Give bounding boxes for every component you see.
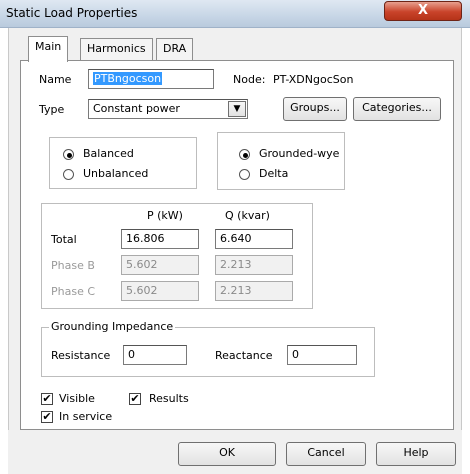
check-icon: ✔ xyxy=(42,410,52,423)
ok-button[interactable]: OK xyxy=(178,442,276,466)
delta-label: Delta xyxy=(259,167,289,180)
static-load-properties-dialog: Static Load Properties X Main Harmonics … xyxy=(0,0,470,474)
name-value: PTBngocson xyxy=(93,72,163,85)
check-icon: ✔ xyxy=(130,392,140,405)
unbalanced-radio[interactable] xyxy=(63,169,74,180)
name-label: Name xyxy=(39,73,72,86)
phase-c-label: Phase C xyxy=(51,285,96,298)
close-icon: X xyxy=(417,3,429,18)
total-p-field[interactable]: 16.806 xyxy=(121,229,199,249)
close-button[interactable]: X xyxy=(384,1,462,21)
groups-button[interactable]: Groups... xyxy=(283,97,347,121)
balance-group xyxy=(49,137,197,189)
tab-harmonics-label: Harmonics xyxy=(87,42,146,55)
phase-c-q-field: 2.213 xyxy=(215,281,293,301)
tab-dra-label: DRA xyxy=(163,42,187,55)
resistance-field[interactable]: 0 xyxy=(123,345,187,365)
reactance-label: Reactance xyxy=(215,349,273,362)
phase-c-p-field: 5.602 xyxy=(121,281,199,301)
radio-selected-dot xyxy=(243,153,248,158)
node-label: Node: xyxy=(233,73,266,86)
type-select[interactable]: Constant power xyxy=(88,99,248,119)
grounded-wye-radio[interactable] xyxy=(239,149,250,160)
type-value: Constant power xyxy=(93,102,180,115)
type-label: Type xyxy=(39,103,65,116)
tab-main[interactable]: Main xyxy=(28,36,69,62)
results-label: Results xyxy=(149,392,189,405)
total-q-field[interactable]: 6.640 xyxy=(215,229,293,249)
p-column-header: P (kW) xyxy=(147,209,183,222)
balanced-label: Balanced xyxy=(83,147,134,160)
grounded-wye-label: Grounded-wye xyxy=(259,147,340,160)
reactance-field[interactable]: 0 xyxy=(287,345,357,365)
balanced-radio[interactable] xyxy=(63,149,74,160)
title-bar[interactable]: Static Load Properties X xyxy=(0,0,470,28)
type-dropdown-arrow-icon[interactable]: ▼ xyxy=(228,101,246,117)
main-tab-panel: Name PTBngocson Node: PT-XDNgocSon Type … xyxy=(20,60,454,430)
help-button[interactable]: Help xyxy=(376,442,456,466)
total-label: Total xyxy=(51,233,77,246)
node-value: PT-XDNgocSon xyxy=(273,73,354,86)
delta-radio[interactable] xyxy=(239,169,250,180)
cancel-button[interactable]: Cancel xyxy=(286,442,366,466)
phase-b-p-field: 5.602 xyxy=(121,255,199,275)
tab-main-label: Main xyxy=(35,40,62,53)
resistance-label: Resistance xyxy=(51,349,111,362)
radio-selected-dot xyxy=(67,153,72,158)
categories-button[interactable]: Categories... xyxy=(353,97,441,121)
unbalanced-label: Unbalanced xyxy=(83,167,149,180)
connection-group xyxy=(217,132,345,190)
grounding-impedance-legend: Grounding Impedance xyxy=(49,320,176,333)
check-icon: ✔ xyxy=(42,392,52,405)
window-title: Static Load Properties xyxy=(6,6,138,20)
in-service-checkbox[interactable]: ✔ xyxy=(41,411,53,423)
results-checkbox[interactable]: ✔ xyxy=(129,393,141,405)
in-service-label: In service xyxy=(59,410,113,423)
visible-checkbox[interactable]: ✔ xyxy=(41,393,53,405)
visible-label: Visible xyxy=(59,392,95,405)
q-column-header: Q (kvar) xyxy=(225,209,270,222)
name-field[interactable]: PTBngocson xyxy=(88,69,214,89)
phase-b-label: Phase B xyxy=(51,259,95,272)
tab-dra[interactable]: DRA xyxy=(156,38,194,60)
phase-b-q-field: 2.213 xyxy=(215,255,293,275)
tab-harmonics[interactable]: Harmonics xyxy=(80,38,153,60)
